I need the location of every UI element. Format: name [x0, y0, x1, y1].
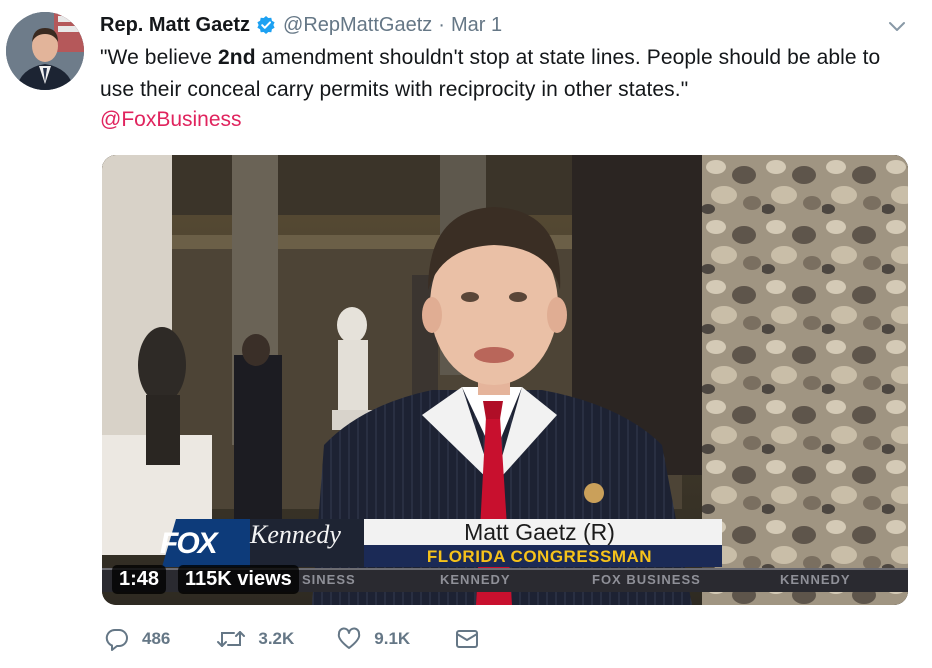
tweet-text: "We believe 2nd amendment shouldn't stop… [100, 42, 920, 106]
tweet-date[interactable]: Mar 1 [451, 14, 502, 37]
lower-third-title: FLORIDA CONGRESSMAN [426, 547, 653, 566]
reply-button[interactable]: 486 [104, 626, 170, 652]
ticker-item: KENNEDY [780, 572, 851, 587]
author-handle[interactable]: @RepMattGaetz [283, 14, 432, 37]
video-player[interactable]: FOX Kennedy Matt Gaetz (R) FLORIDA CONGR… [102, 155, 908, 605]
like-count: 9.1K [374, 629, 411, 648]
tweet-text-bold: 2nd [218, 46, 256, 69]
reply-count: 486 [142, 629, 171, 648]
lower-third-name: Matt Gaetz (R) [464, 519, 615, 545]
show-logo: Kennedy [250, 520, 341, 549]
ticker-item: KENNEDY [440, 572, 511, 587]
author-name[interactable]: Rep. Matt Gaetz [100, 14, 250, 37]
reply-icon [105, 628, 128, 651]
verified-badge-icon [256, 15, 276, 35]
fox-logo: FOX [160, 527, 218, 560]
tweet-actions: 486 3.2K 9.1K [104, 624, 480, 654]
retweet-button[interactable]: 3.2K [216, 626, 294, 652]
heart-icon [338, 627, 361, 649]
tweet-text-part: "We believe [100, 46, 218, 69]
retweet-icon [217, 631, 246, 647]
ticker-item: FOX BUSINESS [592, 572, 701, 587]
separator-dot: · [438, 13, 445, 36]
tweet-header: Rep. Matt Gaetz @RepMattGaetz · Mar 1 [100, 12, 502, 38]
chevron-down-icon[interactable] [884, 16, 910, 36]
retweet-count: 3.2K [258, 629, 295, 648]
ticker-item: SINESS [302, 572, 356, 587]
video-duration: 1:48 [112, 565, 167, 594]
like-button[interactable]: 9.1K [336, 626, 410, 652]
avatar[interactable] [6, 12, 84, 90]
video-views: 115K views [178, 565, 299, 594]
direct-message-button[interactable] [454, 626, 480, 652]
envelope-icon [456, 630, 479, 648]
mention-link[interactable]: @FoxBusiness [100, 106, 242, 134]
